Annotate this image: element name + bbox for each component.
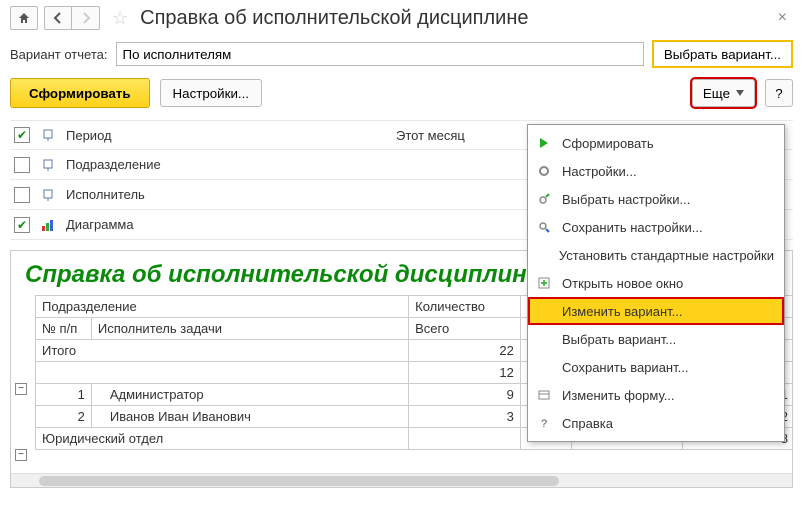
cell: 12 bbox=[409, 362, 521, 384]
cell: 22 bbox=[409, 340, 521, 362]
nav-forward-button[interactable] bbox=[72, 6, 100, 30]
gear-out-icon bbox=[536, 191, 552, 207]
gear-save-icon bbox=[536, 219, 552, 235]
choose-variant-button[interactable]: Выбрать вариант... bbox=[652, 40, 793, 68]
col-total: Всего bbox=[409, 318, 521, 340]
blank-icon bbox=[536, 331, 552, 347]
pin-icon bbox=[40, 188, 56, 202]
menu-item-label: Выбрать вариант... bbox=[562, 332, 676, 347]
col-num: № п/п bbox=[36, 318, 92, 340]
chevron-down-icon bbox=[736, 90, 744, 96]
col-quantity: Количество bbox=[409, 296, 521, 318]
settings-button[interactable]: Настройки... bbox=[160, 79, 262, 107]
row-label: Юридический отдел bbox=[36, 428, 409, 450]
menu-item[interactable]: Установить стандартные настройки bbox=[528, 241, 784, 269]
row-num: 1 bbox=[36, 384, 92, 406]
row-label: Администратор bbox=[91, 384, 408, 406]
cell: 9 bbox=[409, 384, 521, 406]
home-button[interactable] bbox=[10, 6, 38, 30]
help-icon: ? bbox=[536, 415, 552, 431]
menu-item-label: Сформировать bbox=[562, 136, 654, 151]
menu-item[interactable]: Сохранить настройки... bbox=[528, 213, 784, 241]
more-button-label: Еще bbox=[703, 86, 730, 101]
menu-item[interactable]: Открыть новое окно bbox=[528, 269, 784, 297]
pin-icon bbox=[40, 158, 56, 172]
window-icon bbox=[536, 275, 552, 291]
menu-item[interactable]: Выбрать настройки... bbox=[528, 185, 784, 213]
blank-icon bbox=[536, 359, 552, 375]
menu-item-label: Изменить вариант... bbox=[562, 304, 683, 319]
group-collapse-toggle[interactable]: − bbox=[15, 449, 27, 461]
menu-item[interactable]: Настройки... bbox=[528, 157, 784, 185]
col-executor: Исполнитель задачи bbox=[91, 318, 408, 340]
favorite-star-icon[interactable]: ☆ bbox=[112, 8, 128, 29]
scrollbar-thumb[interactable] bbox=[39, 476, 559, 486]
menu-item-label: Выбрать настройки... bbox=[562, 192, 690, 207]
play-icon bbox=[536, 135, 552, 151]
param-name: Диаграмма bbox=[66, 217, 386, 232]
chart-icon bbox=[40, 218, 56, 232]
param-checkbox[interactable]: ✔ bbox=[14, 217, 30, 233]
cell bbox=[409, 428, 521, 450]
svg-text:?: ? bbox=[541, 418, 547, 429]
row-num: 2 bbox=[36, 406, 92, 428]
blank-icon bbox=[536, 247, 549, 263]
param-checkbox[interactable]: ✔ bbox=[14, 127, 30, 143]
form-icon bbox=[536, 387, 552, 403]
menu-item-label: Изменить форму... bbox=[562, 388, 675, 403]
param-checkbox[interactable] bbox=[14, 157, 30, 173]
more-button[interactable]: Еще bbox=[692, 79, 755, 107]
param-checkbox[interactable] bbox=[14, 187, 30, 203]
row-label bbox=[36, 362, 409, 384]
col-department: Подразделение bbox=[36, 296, 409, 318]
nav-back-button[interactable] bbox=[44, 6, 72, 30]
menu-item[interactable]: Изменить вариант... bbox=[528, 297, 784, 325]
param-name: Исполнитель bbox=[66, 187, 386, 202]
horizontal-scrollbar[interactable] bbox=[11, 473, 792, 487]
variant-label: Вариант отчета: bbox=[10, 47, 108, 62]
window-title: Справка об исполнительской дисциплине bbox=[140, 7, 766, 30]
close-button[interactable]: × bbox=[772, 9, 793, 27]
param-name: Период bbox=[66, 128, 386, 143]
menu-item-label: Справка bbox=[562, 416, 613, 431]
pin-icon bbox=[40, 128, 56, 142]
menu-item[interactable]: Сохранить вариант... bbox=[528, 353, 784, 381]
menu-item-label: Открыть новое окно bbox=[562, 276, 683, 291]
help-button[interactable]: ? bbox=[765, 79, 793, 107]
menu-item-label: Установить стандартные настройки bbox=[559, 248, 774, 263]
param-name: Подразделение bbox=[66, 157, 386, 172]
menu-item[interactable]: Выбрать вариант... bbox=[528, 325, 784, 353]
gear-icon bbox=[536, 163, 552, 179]
row-label: Итого bbox=[36, 340, 409, 362]
menu-item-label: Сохранить вариант... bbox=[562, 360, 688, 375]
menu-item[interactable]: ? Справка bbox=[528, 409, 784, 437]
menu-item-label: Сохранить настройки... bbox=[562, 220, 703, 235]
menu-item-label: Настройки... bbox=[562, 164, 637, 179]
cell: 3 bbox=[409, 406, 521, 428]
menu-item[interactable]: Сформировать bbox=[528, 129, 784, 157]
blank-icon bbox=[536, 303, 552, 319]
form-report-button[interactable]: Сформировать bbox=[10, 78, 150, 108]
menu-item[interactable]: Изменить форму... bbox=[528, 381, 784, 409]
group-collapse-toggle[interactable]: − bbox=[15, 383, 27, 395]
more-menu-dropdown: Сформировать Настройки... Выбрать настройк… bbox=[527, 124, 785, 442]
variant-input[interactable] bbox=[116, 42, 644, 66]
row-label: Иванов Иван Иванович bbox=[91, 406, 408, 428]
